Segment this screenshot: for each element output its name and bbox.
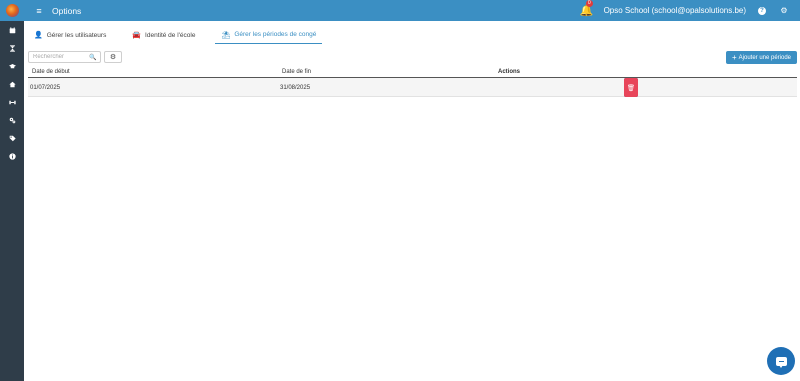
app-logo	[5, 4, 19, 17]
tab-school-identity[interactable]: 🚘 Identité de l'école	[126, 26, 201, 44]
sidebar-item-sport[interactable]	[0, 93, 24, 111]
add-period-button[interactable]: + Ajouter une période	[726, 51, 797, 64]
calendar-icon	[9, 26, 15, 33]
table-settings-button[interactable]: ⚙	[104, 51, 122, 63]
bell-icon: 🔔	[579, 5, 594, 17]
help-button[interactable]: ?	[756, 5, 768, 17]
dumbbell-icon	[8, 100, 16, 104]
page-title: Options	[52, 5, 82, 16]
cogs-icon	[9, 117, 15, 123]
sidebar-item-home[interactable]	[0, 75, 24, 93]
top-bar: ≡ Options 🔔 0 Opso School (school@opalso…	[0, 0, 800, 21]
table-header: Date de début Date de fin Actions	[28, 66, 797, 78]
periods-table: Date de début Date de fin Actions 01/07/…	[28, 66, 797, 97]
sidebar-item-calendar[interactable]	[0, 21, 24, 39]
sidebar-item-hourglass[interactable]	[0, 39, 24, 57]
trash-icon: 🗑	[626, 84, 636, 92]
table-row[interactable]: 01/07/2025 31/08/2025 ⟳ ✎ 🗑	[28, 78, 797, 97]
hourglass-icon	[9, 44, 15, 52]
column-header-actions: Actions	[498, 69, 521, 75]
column-header-start[interactable]: Date de début	[32, 66, 70, 78]
school-account[interactable]: Opso School (school@opalsolutions.be)	[604, 6, 746, 15]
notification-badge: 0	[585, 0, 593, 7]
search-input[interactable]	[29, 54, 87, 60]
menu-icon[interactable]: ≡	[34, 6, 44, 16]
question-icon: ?	[758, 6, 766, 15]
info-icon	[8, 152, 16, 160]
gear-icon: ⚙	[109, 54, 117, 61]
tab-users-label: Gérer les utilisateurs	[46, 31, 107, 39]
settings-button[interactable]: ⚙	[778, 5, 790, 17]
home-icon	[8, 81, 16, 87]
gear-icon: ⚙	[780, 6, 788, 15]
cell-start-date: 01/07/2025	[30, 84, 61, 91]
tab-holiday-periods[interactable]: ⛱ Gérer les périodes de congé	[215, 26, 323, 44]
tab-bar: 👤 Gérer les utilisateurs 🚘 Identité de l…	[28, 26, 336, 44]
column-header-end[interactable]: Date de fin	[282, 66, 311, 78]
add-period-label: Ajouter une période	[738, 54, 792, 61]
sidebar-item-info[interactable]	[0, 147, 24, 165]
beach-icon: ⛱	[221, 31, 231, 39]
tag-icon	[9, 135, 16, 141]
tab-users[interactable]: 👤 Gérer les utilisateurs	[28, 26, 112, 44]
top-right-area: 🔔 0 Opso School (school@opalsolutions.be…	[580, 0, 800, 21]
sidebar-item-options[interactable]	[0, 111, 24, 129]
notifications-button[interactable]: 🔔 0	[579, 0, 594, 17]
tab-holiday-periods-label: Gérer les périodes de congé	[234, 31, 317, 38]
car-icon: 🚘	[132, 32, 142, 39]
chat-icon	[775, 356, 787, 368]
sidebar-item-graduation[interactable]	[0, 57, 24, 75]
cell-end-date: 31/08/2025	[280, 84, 311, 91]
delete-button[interactable]: 🗑	[624, 78, 638, 97]
plus-icon: +	[731, 52, 737, 62]
search-icon[interactable]: 🔍	[89, 54, 96, 61]
user-icon: 👤	[34, 32, 43, 39]
logo-cell[interactable]	[0, 0, 24, 21]
tab-school-identity-label: Identité de l'école	[145, 31, 196, 39]
search-box: 🔍	[28, 51, 101, 63]
sidebar-item-tags[interactable]	[0, 129, 24, 147]
chat-button[interactable]	[767, 347, 795, 375]
sidebar	[0, 21, 24, 381]
graduation-cap-icon	[8, 63, 16, 68]
